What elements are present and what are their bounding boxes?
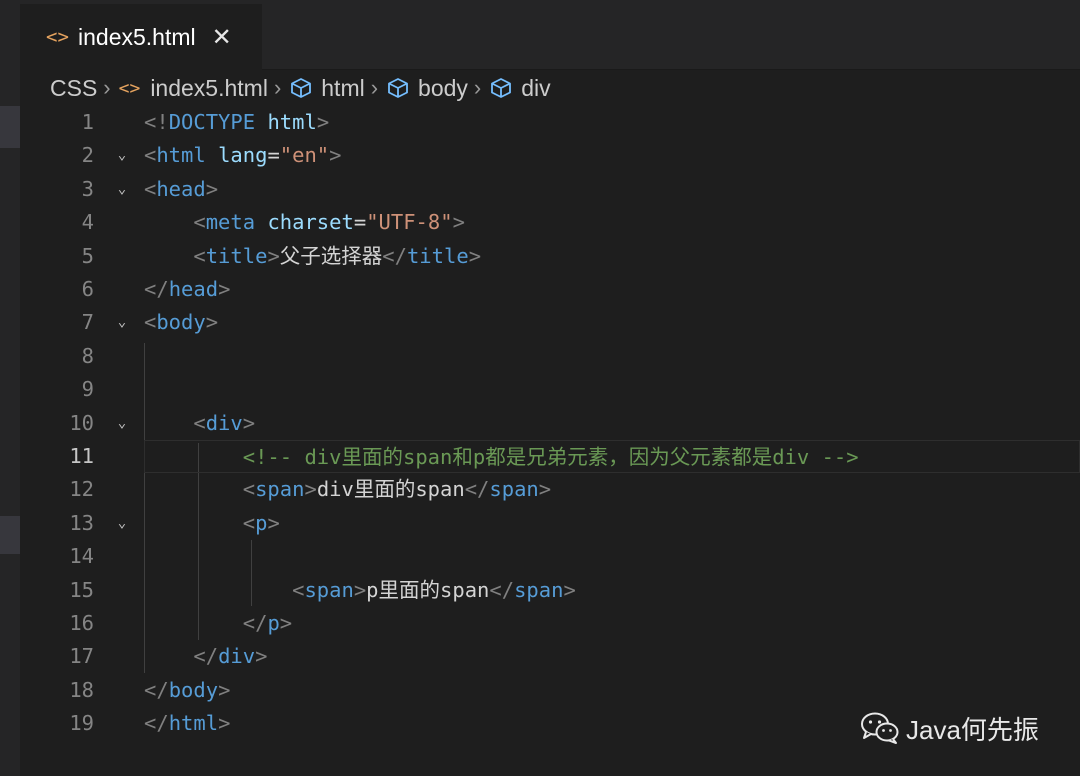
tab-index5-html[interactable]: <> index5.html ✕ — [20, 4, 262, 70]
breadcrumb-item-html[interactable]: html — [289, 74, 365, 102]
line-number: 1 — [81, 110, 94, 134]
code-line[interactable]: 8 — [20, 340, 1080, 373]
line-number: 8 — [81, 343, 94, 368]
html-tag-icon: <> — [118, 77, 141, 99]
line-number: 14 — [69, 544, 94, 569]
line-number: 12 — [69, 477, 94, 502]
code-line[interactable]: 15 <span>p里面的span</span> — [20, 574, 1080, 607]
line-number: 5 — [81, 243, 94, 268]
breadcrumb-item-css[interactable]: CSS — [50, 75, 97, 102]
line-number: 9 — [81, 377, 94, 402]
close-icon[interactable]: ✕ — [212, 23, 232, 52]
line-number: 4 — [81, 210, 94, 235]
line-number: 16 — [69, 611, 94, 635]
code-text: </head> — [144, 277, 231, 301]
chevron-down-icon[interactable]: ⌄ — [112, 306, 132, 339]
code-line[interactable]: 17 </div> — [20, 640, 1080, 673]
line-number: 3 — [81, 176, 94, 201]
code-text: <div> — [193, 410, 256, 435]
line-number: 15 — [69, 577, 94, 602]
code-text: <!DOCTYPE html> — [144, 110, 330, 134]
chevron-right-icon: › — [370, 75, 379, 100]
chevron-right-icon: › — [473, 75, 482, 100]
chevron-down-icon[interactable]: ⌄ — [112, 507, 132, 540]
tab-label: index5.html — [78, 23, 196, 50]
line-number: 17 — [69, 644, 94, 669]
chevron-down-icon[interactable]: ⌄ — [112, 173, 132, 206]
line-number: 19 — [69, 711, 94, 736]
code-line[interactable]: 12 <span>div里面的span</span> — [20, 473, 1080, 506]
chevron-down-icon[interactable]: ⌄ — [112, 407, 132, 440]
sidebar-selection[interactable] — [0, 106, 20, 148]
line-number: 11 — [69, 444, 94, 468]
line-number: 18 — [69, 677, 94, 702]
breadcrumb-label: html — [321, 74, 365, 101]
code-text: </div> — [193, 644, 268, 669]
code-editor[interactable]: 1 <!DOCTYPE html> 2 ⌄ <html lang="en"> 3 ⌄ <hea… — [20, 106, 1080, 746]
breadcrumb-label: index5.html — [150, 74, 268, 101]
code-text: <span>p里面的span</span> — [292, 577, 576, 602]
line-number: 7 — [81, 310, 94, 335]
html-tag-icon: <> — [46, 26, 69, 48]
code-line[interactable]: 13 ⌄ <p> — [20, 507, 1080, 540]
watermark: Java何先振 — [860, 708, 1039, 748]
breadcrumb: CSS › <> index5.html › html › body › div — [50, 70, 1050, 106]
code-text: <span>div里面的span</span> — [242, 477, 552, 502]
code-text: <title>父子选择器</title> — [193, 243, 482, 268]
current-line-highlight: <!-- div里面的span和p都是兄弟元素，因为父元素都是div --> — [144, 440, 1080, 474]
breadcrumb-label: div — [521, 74, 551, 101]
code-line[interactable]: 1 <!DOCTYPE html> — [20, 106, 1080, 139]
breadcrumb-label: CSS — [50, 74, 98, 101]
breadcrumb-label: body — [418, 74, 468, 101]
line-number: 2 — [81, 143, 94, 168]
watermark-text: Java何先振 — [906, 714, 1039, 745]
code-text: </p> — [242, 611, 293, 635]
code-text: <html lang="en"> — [144, 143, 342, 168]
code-text: </html> — [144, 711, 231, 736]
line-number: 6 — [81, 277, 94, 301]
code-line[interactable]: 18 </body> — [20, 674, 1080, 707]
element-cube-icon — [388, 78, 408, 98]
code-text: <!-- div里面的span和p都是兄弟元素，因为父元素都是div --> — [242, 445, 859, 469]
code-line[interactable]: 5 <title>父子选择器</title> — [20, 240, 1080, 273]
line-number: 10 — [69, 410, 94, 435]
code-text: <meta charset="UTF-8"> — [193, 210, 465, 235]
code-text: <p> — [242, 510, 280, 535]
code-line[interactable]: 16 </p> — [20, 607, 1080, 640]
breadcrumb-item-body[interactable]: body — [386, 75, 468, 102]
code-line[interactable]: 14 — [20, 540, 1080, 573]
code-text: <body> — [144, 310, 219, 335]
code-text: <head> — [144, 176, 219, 201]
wechat-icon — [861, 712, 899, 744]
code-line[interactable]: 9 — [20, 373, 1080, 406]
code-line[interactable]: 6 </head> — [20, 273, 1080, 306]
code-line[interactable]: 3 ⌄ <head> — [20, 173, 1080, 206]
sidebar-selection[interactable] — [0, 516, 20, 554]
chevron-right-icon: › — [103, 75, 111, 100]
activity-sidebar — [0, 0, 20, 776]
line-number: 13 — [69, 510, 94, 535]
code-line[interactable]: 7 ⌄ <body> — [20, 306, 1080, 339]
breadcrumb-item-div[interactable]: div — [489, 74, 551, 102]
element-cube-icon — [491, 78, 512, 98]
element-cube-icon — [291, 78, 312, 98]
code-line[interactable]: 2 ⌄ <html lang="en"> — [20, 139, 1080, 172]
tab-bar: <> index5.html ✕ — [20, 0, 1080, 70]
code-line[interactable]: 11 <!-- div里面的span和p都是兄弟元素，因为父元素都是div --… — [20, 440, 1080, 474]
breadcrumb-item-file[interactable]: <> index5.html — [119, 75, 268, 102]
chevron-right-icon: › — [273, 75, 282, 100]
code-text: </body> — [144, 677, 231, 702]
chevron-down-icon[interactable]: ⌄ — [112, 139, 132, 172]
code-line[interactable]: 4 <meta charset="UTF-8"> — [20, 206, 1080, 239]
code-line[interactable]: 10 ⌄ <div> — [20, 407, 1080, 440]
